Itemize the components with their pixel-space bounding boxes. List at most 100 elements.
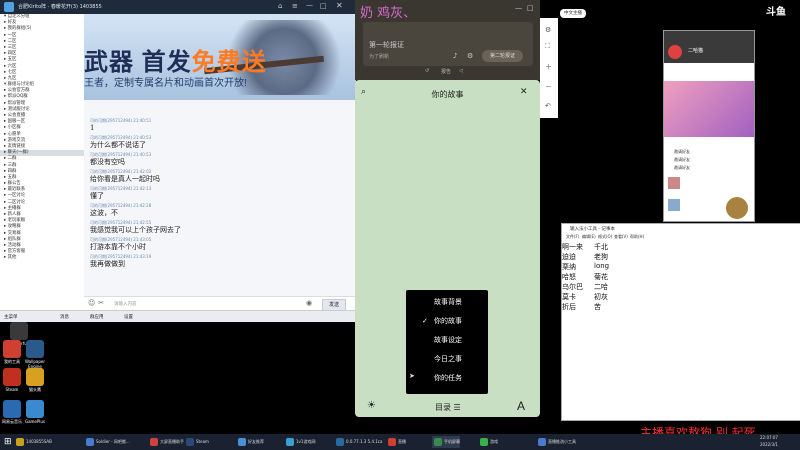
thumbnail: [668, 177, 680, 189]
message-text: 1: [90, 124, 95, 132]
taskbar-item[interactable]: 1403855SAB: [14, 436, 52, 448]
taskbar-item[interactable]: 直播: [386, 436, 406, 448]
side-toolbar: ⚙ ⛶ ＋ － ↶: [540, 18, 558, 118]
message-text: 懂了: [90, 192, 104, 200]
remove-icon[interactable]: －: [545, 82, 552, 92]
message-text: 为什么都不说话了: [90, 141, 146, 149]
footer-group-apps[interactable]: 群应用: [90, 314, 104, 320]
chat-input-bar[interactable]: ☺ ✂ 请输入内容 ◉ 发送: [84, 296, 355, 311]
notepad-word: 栗纳: [562, 263, 576, 271]
chat-input-field[interactable]: 请输入内容: [114, 301, 137, 307]
stream-badge: 中文主播: [560, 9, 586, 18]
settings-icon[interactable]: ⚙: [467, 52, 473, 60]
phone-list-item[interactable]: 邀请好友: [674, 165, 690, 171]
reader-minimize-icon[interactable]: —: [515, 4, 522, 12]
message-text: 我感觉我可以上个孩子网去了: [90, 226, 181, 234]
close-icon[interactable]: ✕: [336, 1, 343, 10]
phone-list-item[interactable]: 邀请好友: [674, 157, 690, 163]
footer-messages[interactable]: 消息: [60, 314, 69, 320]
taskbar: ⊞ 1403855SAB Soldier - 网吧搬... 大屏直播助手 Steam 好…: [0, 434, 800, 450]
banner-subtitle: 王者，定制专属名片和动画首次开放!: [84, 78, 247, 89]
footer-main-menu[interactable]: 主菜单: [4, 314, 18, 320]
maximize-icon[interactable]: □: [320, 2, 327, 10]
taskbar-item[interactable]: 0.0.77.1.3 5.4.1ca: [334, 436, 382, 448]
top-link-back[interactable]: ◁: [459, 68, 463, 74]
fullscreen-icon[interactable]: ⛶: [545, 42, 550, 51]
chat-message: 可的可期(295712494) 21:40:53 都没有空吗: [84, 152, 355, 169]
menu-edit[interactable]: 编辑(E): [582, 234, 596, 240]
close-icon[interactable]: ✕: [520, 87, 528, 97]
menu-item-tasks[interactable]: 你的任务: [406, 369, 488, 388]
avatar: [668, 45, 682, 59]
chat-message: 可的可期(295712494) 21:40:51 1: [84, 118, 355, 135]
notepad-title: 输入法小工具 - 记事本: [570, 227, 615, 232]
menu-format[interactable]: 格式(O): [598, 234, 612, 240]
notepad-word: 二哈: [594, 283, 608, 291]
start-icon[interactable]: ⊞: [4, 437, 12, 447]
chapter-menu: 故事背景 ✓ 你的故事 故事设定 今日之事 你的任务: [406, 290, 488, 394]
menu-item-settings[interactable]: 故事设定: [406, 331, 488, 350]
gear-icon[interactable]: ⚙: [545, 26, 551, 34]
menu-icon[interactable]: ≡: [292, 2, 298, 10]
stream-top-bar: 中文主播 斗鱼: [540, 0, 800, 18]
voice-icon[interactable]: ◉: [306, 299, 312, 307]
game-avatar: [726, 197, 748, 219]
thumbnail: [668, 199, 680, 211]
top-card-button[interactable]: 第二轮报证: [482, 50, 524, 62]
menu-item-background[interactable]: 故事背景: [406, 293, 488, 312]
phone-mirror-window: 二哈猫 邀请好友 邀请好友 邀请好友: [663, 30, 755, 222]
top-link-report[interactable]: 报告: [441, 68, 451, 75]
volume-icon[interactable]: ♪: [453, 52, 457, 60]
notepad-word: 啊一来: [562, 243, 583, 251]
phone-list-item[interactable]: 邀请好友: [674, 149, 690, 155]
desktop-icon-wallpaper[interactable]: Wallpaper Engine: [18, 340, 52, 369]
contact-tree-item[interactable]: ▸ 其他: [0, 255, 84, 261]
chat-message: 可的可期(295712494) 21:42:13 懂了: [84, 186, 355, 203]
menu-item-your-story[interactable]: ✓ 你的故事: [406, 312, 488, 331]
undo-icon[interactable]: ↶: [545, 102, 551, 110]
chat-titlebar: 合肥Kirito阵 · 春暖花开(3) 1403855 ⌂ ≡ — □ ✕: [0, 0, 355, 14]
menu-view[interactable]: 查看(V): [614, 234, 628, 240]
desktop-icon-gameplus[interactable]: GamePlus: [18, 400, 52, 424]
message-text: 我再做做到: [90, 260, 125, 268]
notepad-word: 千北: [594, 243, 608, 251]
desktop-icon-owl[interactable]: 猫头鹰: [18, 368, 52, 392]
toc-button[interactable]: 目录 ☰: [435, 402, 461, 413]
brightness-icon[interactable]: ☀: [367, 400, 376, 411]
reader-bottom-bar: ☀ 目录 ☰ A: [355, 397, 540, 417]
menu-file[interactable]: 文件(F): [566, 234, 579, 240]
taskbar-item[interactable]: Soldier - 网吧搬...: [84, 436, 130, 448]
clock-date: 2022/3/1: [760, 442, 778, 447]
taskbar-item[interactable]: 好友推荐: [236, 436, 264, 448]
notepad-word: 老狗: [594, 253, 608, 261]
taskbar-item[interactable]: 手机屏幕: [432, 436, 460, 448]
reader-header: ⌕ 你的故事 ✕: [355, 84, 540, 104]
menu-help[interactable]: 帮助(H): [630, 234, 644, 240]
chat-footer: 主菜单 消息 群应用 设置: [0, 310, 355, 322]
reader-maximize-icon[interactable]: □: [527, 4, 534, 12]
taskbar-item[interactable]: 游戏: [478, 436, 498, 448]
app-logo-icon: [4, 2, 14, 12]
emoji-icon[interactable]: ☺: [88, 299, 95, 307]
menu-item-today[interactable]: 今日之事: [406, 350, 488, 369]
top-link-refresh[interactable]: ↺: [425, 68, 429, 74]
taskbar-item[interactable]: Steam: [184, 436, 209, 448]
message-text: 给你看是真人一起时吗: [90, 175, 160, 183]
footer-settings[interactable]: 设置: [124, 314, 133, 320]
minimize-icon[interactable]: —: [306, 1, 313, 9]
taskbar-item[interactable]: 大屏直播助手: [148, 436, 184, 448]
notepad-word: 莫卡: [562, 293, 576, 301]
home-icon[interactable]: ⌂: [278, 2, 282, 10]
taskbar-item[interactable]: 直播推流小工具: [536, 436, 576, 448]
overlay-title-text: 奶 鸡灰、: [360, 6, 417, 21]
scissors-icon[interactable]: ✂: [98, 299, 104, 307]
banner-title: 武器 首发免费送: [84, 49, 267, 76]
notepad-word: 初灰: [594, 293, 608, 301]
chat-message: 可的可期(295712494) 21:42:28 这波，不: [84, 203, 355, 220]
notepad-word: 哈怒: [562, 273, 576, 281]
top-card-sub: 为了刷新: [369, 54, 390, 60]
add-icon[interactable]: ＋: [545, 62, 552, 72]
promo-banner[interactable]: 武器 首发免费送 王者，定制专属名片和动画首次开放!: [84, 14, 355, 100]
taskbar-item[interactable]: 1v1游戏网: [284, 436, 315, 448]
font-size-button[interactable]: A: [517, 399, 525, 413]
